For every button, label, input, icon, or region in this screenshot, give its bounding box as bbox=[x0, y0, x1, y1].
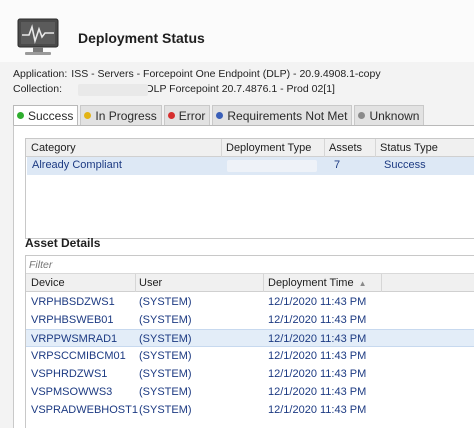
user-cell: (SYSTEM) bbox=[139, 386, 192, 398]
time-cell: 12/1/2020 11:43 PM bbox=[268, 296, 367, 308]
tab-success[interactable]: Success bbox=[13, 105, 79, 125]
time-cell: 12/1/2020 11:43 PM bbox=[268, 386, 367, 398]
table-row[interactable]: VRPPWSMRAD1 (SYSTEM) 12/1/2020 11:43 PM bbox=[26, 329, 474, 347]
collection-label: Collection: bbox=[13, 83, 63, 95]
application-line: Application: ISS - Servers - Forcepoint O… bbox=[13, 68, 381, 80]
column-divider[interactable] bbox=[263, 274, 264, 292]
status-type-cell: Success bbox=[384, 159, 426, 171]
column-divider[interactable] bbox=[221, 139, 222, 157]
column-header-assets[interactable]: Assets bbox=[329, 142, 362, 154]
column-divider[interactable] bbox=[135, 274, 136, 292]
time-cell: 12/1/2020 11:43 PM bbox=[268, 368, 367, 380]
device-cell: VSPRADWEBHOST1 bbox=[31, 404, 138, 416]
deployment-time-label: Deployment Time bbox=[268, 277, 354, 289]
column-header-status-type[interactable]: Status Type bbox=[380, 142, 438, 154]
gray-dot-icon bbox=[358, 112, 366, 119]
time-cell: 12/1/2020 11:43 PM bbox=[268, 314, 367, 326]
time-cell: 12/1/2020 11:43 PM bbox=[268, 350, 367, 362]
application-label: Application: bbox=[13, 68, 68, 80]
column-header-device[interactable]: Device bbox=[31, 277, 65, 289]
device-cell: VRPHBSWEB01 bbox=[31, 314, 114, 326]
tab-error[interactable]: Error bbox=[163, 105, 211, 125]
summary-grid-header: Category Deployment Type Assets Status T… bbox=[26, 139, 474, 157]
redacted-deployment-type bbox=[227, 160, 317, 172]
asset-details-title: Asset Details bbox=[25, 236, 101, 250]
page-title: Deployment Status bbox=[78, 30, 205, 46]
header-banner: Deployment Status bbox=[0, 0, 474, 62]
device-cell: VRPPWSMRAD1 bbox=[31, 333, 118, 345]
tab-unknown[interactable]: Unknown bbox=[354, 105, 425, 125]
user-cell: (SYSTEM) bbox=[139, 368, 192, 380]
table-row[interactable]: VSPHRDZWS1 (SYSTEM) 12/1/2020 11:43 PM bbox=[26, 365, 474, 383]
tab-label: In Progress bbox=[95, 108, 157, 123]
green-dot-icon bbox=[17, 112, 24, 119]
category-cell: Already Compliant bbox=[32, 159, 122, 171]
table-row[interactable]: VSPMSOWWS3 (SYSTEM) 12/1/2020 11:43 PM bbox=[26, 383, 474, 401]
column-divider[interactable] bbox=[375, 139, 376, 157]
tab-in-progress[interactable]: In Progress bbox=[80, 105, 162, 125]
table-row[interactable]: VRPHBSDZWS1 (SYSTEM) 12/1/2020 11:43 PM bbox=[26, 293, 474, 311]
yellow-dot-icon bbox=[84, 112, 92, 119]
time-cell: 12/1/2020 11:43 PM bbox=[268, 404, 367, 416]
collection-line: Collection: DLP Forcepoint 20.7.4876.1 - … bbox=[13, 83, 335, 95]
monitor-heartbeat-icon bbox=[17, 18, 59, 55]
application-value: ISS - Servers - Forcepoint One Endpoint … bbox=[71, 68, 381, 80]
tab-label: Success bbox=[28, 108, 74, 123]
time-cell: 12/1/2020 11:43 PM bbox=[268, 333, 367, 345]
column-header-category[interactable]: Category bbox=[31, 142, 76, 154]
asset-grid-header: Device User Deployment Time ▲ bbox=[26, 274, 474, 292]
red-dot-icon bbox=[167, 112, 175, 119]
sort-ascending-icon: ▲ bbox=[358, 279, 367, 288]
filter-row bbox=[26, 256, 474, 274]
tab-label: Unknown bbox=[369, 108, 420, 123]
status-tabs: Success In Progress Error Requirements N… bbox=[13, 105, 426, 125]
user-cell: (SYSTEM) bbox=[139, 333, 192, 345]
tab-label: Error bbox=[178, 108, 206, 123]
device-cell: VSPMSOWWS3 bbox=[31, 386, 113, 398]
user-cell: (SYSTEM) bbox=[139, 296, 192, 308]
device-cell: VSPHRDZWS1 bbox=[31, 368, 108, 380]
user-cell: (SYSTEM) bbox=[139, 404, 192, 416]
filter-input[interactable] bbox=[29, 257, 469, 273]
blue-dot-icon bbox=[216, 112, 224, 119]
column-divider[interactable] bbox=[324, 139, 325, 157]
redacted-block bbox=[78, 84, 148, 96]
summary-row[interactable]: Already Compliant 7 Success bbox=[27, 157, 474, 175]
device-cell: VRPHBSDZWS1 bbox=[31, 296, 115, 308]
device-cell: VRPSCCMIBCM01 bbox=[31, 350, 126, 362]
column-divider[interactable] bbox=[381, 274, 382, 292]
user-cell: (SYSTEM) bbox=[139, 314, 192, 326]
collection-value: DLP Forcepoint 20.7.4876.1 - Prod 02[1] bbox=[146, 83, 335, 95]
column-header-deployment-time[interactable]: Deployment Time ▲ bbox=[268, 277, 367, 289]
table-row[interactable]: VSPRADWEBHOST1 (SYSTEM) 12/1/2020 11:43 … bbox=[26, 401, 474, 419]
table-row[interactable]: VRPSCCMIBCM01 (SYSTEM) 12/1/2020 11:43 P… bbox=[26, 347, 474, 365]
table-row[interactable]: VRPHBSWEB01 (SYSTEM) 12/1/2020 11:43 PM bbox=[26, 311, 474, 329]
column-header-deployment-type[interactable]: Deployment Type bbox=[226, 142, 311, 154]
summary-grid: Category Deployment Type Assets Status T… bbox=[25, 138, 474, 239]
asset-details-grid: Device User Deployment Time ▲ VRPHBSDZWS1… bbox=[25, 255, 474, 428]
assets-cell: 7 bbox=[334, 159, 341, 171]
column-header-user[interactable]: User bbox=[139, 277, 162, 289]
tab-label: Requirements Not Met bbox=[227, 108, 348, 123]
tab-content-panel: Category Deployment Type Assets Status T… bbox=[13, 125, 474, 428]
user-cell: (SYSTEM) bbox=[139, 350, 192, 362]
tab-requirements-not-met[interactable]: Requirements Not Met bbox=[212, 105, 353, 125]
